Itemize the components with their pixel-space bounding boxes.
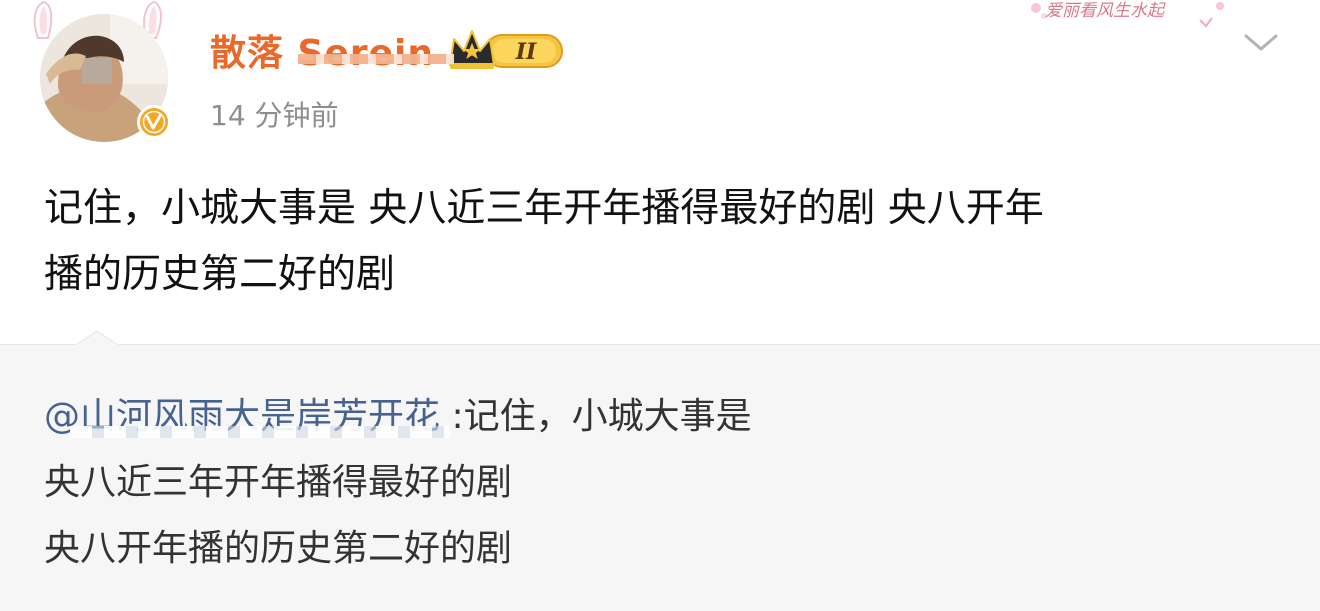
- post-timestamp: 14 分钟前: [210, 99, 339, 132]
- repost-notch-icon: [76, 330, 118, 346]
- level-badge-label: II: [515, 39, 537, 65]
- post-card: 散落 Serein II 14 分钟前 爱丽看风生水起 记住，小城大事是 央八近…: [0, 0, 1320, 345]
- chevron-down-icon[interactable]: [1240, 28, 1282, 56]
- post-text-line: 播的历史第二好的剧: [44, 252, 396, 297]
- name-redaction: [298, 54, 454, 64]
- repost-first-line: @山河风雨大是岸芳开花 :记住，小城大事是: [44, 384, 1284, 450]
- repost-text-line: 央八近三年开年播得最好的剧: [44, 462, 513, 503]
- avatar-container[interactable]: [40, 14, 171, 144]
- author-row: 散落 Serein II: [210, 22, 564, 78]
- verified-v-icon: [137, 105, 171, 139]
- post-text-line: 记住，小城大事是 央八近三年开年播得最好的剧 央八开年: [44, 186, 1044, 231]
- repost-text-line: 央八开年播的历史第二好的剧: [44, 528, 513, 569]
- repost-first-line-text: :记住，小城大事是: [451, 396, 752, 437]
- repost-mention-link[interactable]: @山河风雨大是岸芳开花: [44, 396, 451, 438]
- repost-text: @山河风雨大是岸芳开花 :记住，小城大事是 央八近三年开年播得最好的剧 央八开年…: [44, 384, 1284, 582]
- crown-level-icon[interactable]: II: [446, 25, 564, 75]
- card-decoration-text: 爱丽看风生水起: [1045, 1, 1164, 21]
- post-text: 记住，小城大事是 央八近三年开年播得最好的剧 央八开年 播的历史第二好的剧: [44, 176, 1284, 308]
- author-name[interactable]: 散落 Serein: [210, 24, 454, 76]
- mention-redaction: [70, 426, 450, 438]
